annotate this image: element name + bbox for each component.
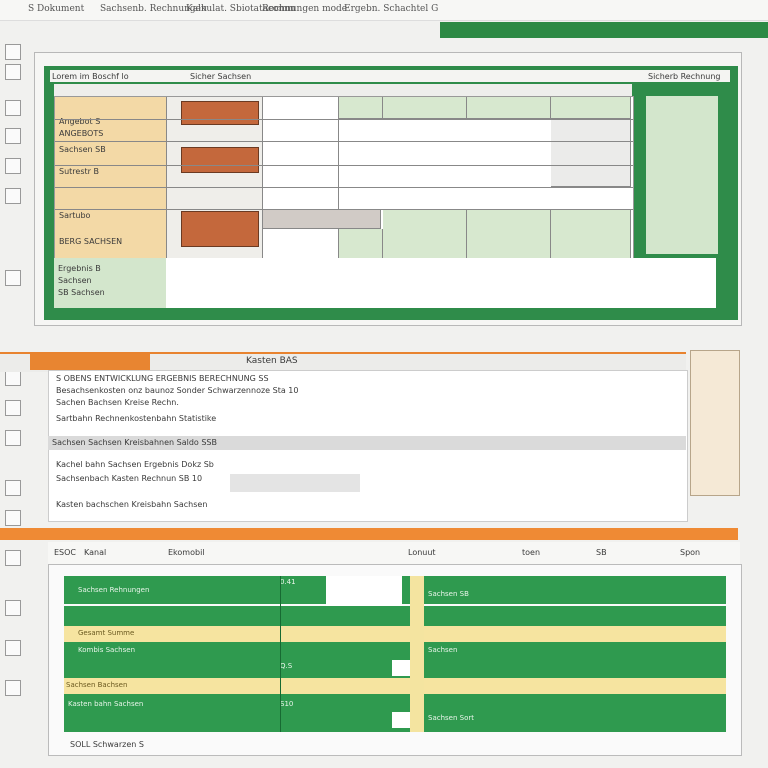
toolbar-item[interactable]: SB <box>596 548 607 557</box>
column-divider <box>280 576 281 732</box>
highlight-cell[interactable] <box>263 209 381 229</box>
cell-mid: S10 <box>280 700 294 708</box>
summary-text: Sachsen Bachsen <box>66 681 128 689</box>
empty-cell[interactable] <box>392 712 410 728</box>
save-icon[interactable] <box>5 640 21 656</box>
sheet-empty-area[interactable] <box>166 258 716 308</box>
toolbar-item[interactable]: Lonuut <box>408 548 436 557</box>
cell-mid: Q.S <box>280 662 293 670</box>
calendar-icon[interactable] <box>5 400 21 416</box>
report-line: Sachsen Sachsen Kreisbahnen Saldo SSB <box>52 438 217 447</box>
table-icon[interactable] <box>5 64 21 80</box>
table2-icon[interactable] <box>5 510 21 526</box>
report-title: Kasten BAS <box>246 356 298 366</box>
table-accent-bar <box>0 528 738 540</box>
row-label: BERG SACHSEN <box>59 237 123 246</box>
report-tab[interactable] <box>30 354 150 370</box>
data-grid[interactable]: Angebot S ANGEBOTS Sachsen SB Sutrestr B… <box>54 96 634 260</box>
chart-icon[interactable] <box>5 158 21 174</box>
cell-right: Sachsen <box>428 646 458 654</box>
cell[interactable] <box>383 97 467 119</box>
report-line: Kachel bahn Sachsen Ergebnis Dokz Sb <box>56 460 214 469</box>
table-footer: SOLL Schwarzen S <box>70 740 144 749</box>
left-toolbar <box>0 40 26 768</box>
cell[interactable] <box>467 97 551 119</box>
cell-right: Sachsen Sort <box>428 714 474 722</box>
search-icon[interactable] <box>5 430 21 446</box>
header-right: Sicherb Rechnung <box>648 72 721 81</box>
toolbar-item[interactable]: Kanal <box>84 548 106 557</box>
summary-row[interactable]: Sachsen Bachsen <box>64 678 726 694</box>
cell[interactable] <box>467 209 551 259</box>
table-toolbar: ESOC Kanal Ekomobil Lonuut toen SB Spon <box>48 542 740 565</box>
summary-label: SB Sachsen <box>58 288 105 297</box>
thumbnail[interactable] <box>181 147 259 173</box>
ribbon-accent <box>440 22 768 38</box>
cell-right: Sachsen SB <box>428 590 469 598</box>
toolbar-item[interactable]: Spon <box>680 548 700 557</box>
cell-left: Kasten bahn Sachsen <box>68 700 144 708</box>
summary-row[interactable]: Gesamt Summe <box>64 626 726 642</box>
report-line: Besachsenkosten onz baunoz Sonder Schwar… <box>56 386 299 395</box>
header-left: Lorem im Boschf lo <box>52 72 129 81</box>
cell[interactable] <box>551 209 631 259</box>
sum-icon[interactable] <box>5 550 21 566</box>
row-label: Sutrestr B <box>59 167 99 176</box>
title-tab-1[interactable]: S Dokument <box>28 4 84 14</box>
text-column <box>263 97 339 259</box>
summary-block: Ergebnis B Sachsen SB Sachsen <box>54 258 166 308</box>
cell[interactable] <box>551 97 631 119</box>
settings-icon[interactable] <box>5 270 21 286</box>
cell[interactable] <box>551 119 631 187</box>
side-column <box>646 96 718 254</box>
print-icon[interactable] <box>5 600 21 616</box>
title-bar: S Dokument Sachsenb. Rechnungen Kalkulat… <box>0 0 768 21</box>
filter-icon[interactable] <box>5 480 21 496</box>
toolbar-item[interactable]: Ekomobil <box>168 548 205 557</box>
divider-column <box>410 576 424 732</box>
export-icon[interactable] <box>5 680 21 696</box>
report-line: Sartbahn Rechnenkostenbahn Statistike <box>56 414 217 423</box>
report-line: Kasten bachschen Kreisbahn Sachsen <box>56 500 208 509</box>
folder-icon[interactable] <box>5 188 21 204</box>
title-tab-5[interactable]: Ergebn. Schachtel G <box>344 4 438 14</box>
report-line: Sachsenbach Kasten Rechnun SB 10 <box>56 474 203 483</box>
empty-cell[interactable] <box>326 576 402 606</box>
report-line: S OBENS ENTWICKLUNG ERGEBNIS BERECHNUNG … <box>56 374 269 383</box>
row-label: ANGEBOTS <box>59 129 104 138</box>
grid-icon[interactable] <box>5 128 21 144</box>
input-box[interactable] <box>230 474 360 492</box>
toolbar-item[interactable]: toen <box>522 548 540 557</box>
cell[interactable] <box>339 97 383 119</box>
file-icon[interactable] <box>5 44 21 60</box>
table-row[interactable] <box>64 606 726 626</box>
thumbnail[interactable] <box>181 101 259 125</box>
column-header-row <box>54 84 632 96</box>
thumbnail[interactable] <box>181 211 259 247</box>
right-info-panel <box>690 350 740 496</box>
cell[interactable] <box>383 209 467 259</box>
row-label: Sartubo <box>59 211 91 220</box>
report-line: Sachen Bachsen Kreise Rechn. <box>56 398 179 407</box>
row-label: Sachsen SB <box>59 145 106 154</box>
doc-icon[interactable] <box>5 370 21 386</box>
empty-cell[interactable] <box>392 660 410 676</box>
summary-label: Sachsen <box>58 276 92 285</box>
sheet-header: Lorem im Boschf lo Sicher Sachsen Sicher… <box>50 70 730 82</box>
summary-label: Ergebnis B <box>58 264 101 273</box>
toolbar-item[interactable]: ESOC <box>54 548 76 557</box>
title-tab-4[interactable]: Rechnungen mode <box>262 4 347 14</box>
cell-left: Kombis Sachsen <box>78 646 136 654</box>
header-mid: Sicher Sachsen <box>190 72 252 81</box>
cell-left: Sachsen Rehnungen <box>78 586 150 594</box>
cell[interactable] <box>339 229 383 259</box>
cell-mid: 0.41 <box>280 578 296 586</box>
summary-text: Gesamt Summe <box>78 629 135 637</box>
list-icon[interactable] <box>5 100 21 116</box>
